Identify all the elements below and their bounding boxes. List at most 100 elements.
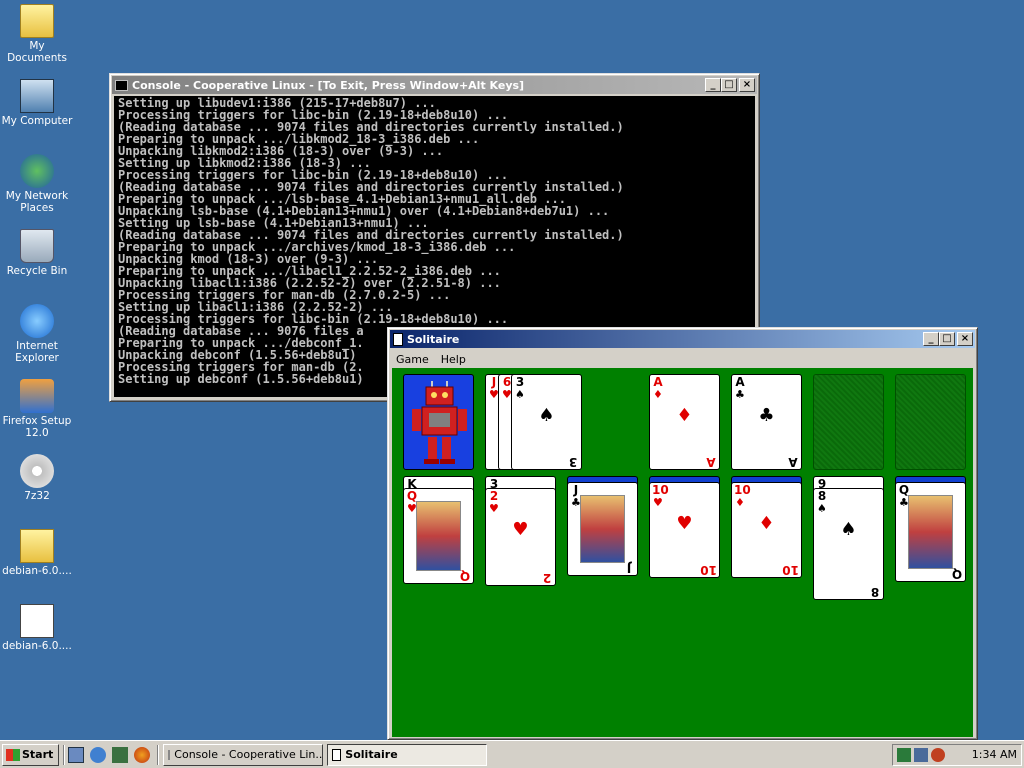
recycle-bin-icon (20, 229, 54, 263)
desktop-icon[interactable]: debian-6.0.... (0, 602, 74, 652)
face-card-portrait-icon (580, 495, 625, 563)
card-rank-bottom: 10 (782, 563, 799, 577)
minimize-button[interactable]: _ (923, 332, 939, 346)
tableau-card[interactable]: 10 ♥ ♥ 10 (649, 482, 720, 578)
waste-card[interactable]: 3 ♠ ♠ 3 (511, 374, 582, 470)
desktop-icon[interactable]: My Network Places (0, 152, 74, 214)
desktop-icon-label: My Documents (7, 40, 67, 64)
desktop-icon[interactable]: 7z32 (0, 452, 74, 502)
console-title: Console - Cooperative Linux - [To Exit, … (132, 78, 525, 92)
network-quick-icon[interactable] (112, 746, 129, 763)
card-center-suit-icon: ♠ (840, 519, 857, 540)
robot-card-back-icon (412, 381, 467, 464)
card-suit-icon: ♥ (653, 496, 663, 509)
folder-icon (20, 529, 54, 563)
card-center-suit-icon: ♦ (676, 405, 693, 426)
installer-icon (20, 379, 54, 413)
tray-network-icon[interactable] (897, 747, 911, 762)
solitaire-app-icon (393, 332, 403, 346)
solitaire-title: Solitaire (407, 332, 460, 346)
network-icon (20, 154, 54, 188)
card-rank-bottom: A (706, 455, 716, 469)
menu-game[interactable]: Game (390, 353, 435, 366)
windows-logo-icon (6, 748, 20, 761)
menu-help[interactable]: Help (435, 353, 472, 366)
firefox-icon[interactable] (134, 746, 151, 763)
desktop-icon[interactable]: Recycle Bin (0, 227, 74, 277)
tray-volume-icon[interactable] (931, 747, 945, 762)
card-rank-bottom: Q (459, 569, 471, 583)
desktop-icon-label: debian-6.0.... (2, 565, 72, 577)
card-center-suit-icon: ♥ (512, 519, 529, 540)
desktop-icon-label: My Computer (1, 115, 73, 127)
taskbar: Start Console - Cooperative Lin... Solit… (0, 740, 1024, 768)
face-card-portrait-icon (908, 495, 953, 569)
card-rank-bottom: 3 (568, 455, 578, 469)
task-console[interactable]: Console - Cooperative Lin... (163, 743, 324, 766)
desktop-icon[interactable]: My Computer (0, 77, 74, 127)
card-rank-bottom: J (626, 561, 632, 575)
tableau-card[interactable]: Q♣♣Q (895, 482, 966, 582)
card-suit-icon: ♣ (735, 388, 745, 401)
card-suit-icon: ♦ (735, 496, 745, 509)
tableau-card[interactable]: 8 ♠ ♠ 8 (813, 488, 884, 600)
tableau-card[interactable]: Q♥♥Q (403, 488, 474, 584)
card-rank: A (735, 375, 745, 389)
card-rank: 3 (515, 375, 525, 389)
card-center-suit-icon: ♣ (758, 405, 775, 426)
card-rank-bottom: Q (951, 567, 963, 581)
task-solitaire[interactable]: Solitaire (327, 743, 488, 766)
maximize-button[interactable]: □ (939, 332, 955, 346)
tray-computer-icon[interactable] (914, 747, 928, 762)
card-rank: 2 (489, 489, 499, 503)
stock-pile[interactable] (403, 374, 474, 470)
computer-icon (20, 79, 54, 113)
card-suit-icon: ♠ (515, 388, 525, 401)
minimize-button[interactable]: _ (705, 78, 721, 92)
desktop-icon-label: debian-6.0.... (2, 640, 72, 652)
tableau-card[interactable]: 2 ♥ ♥ 2 (485, 488, 556, 586)
desktop-icon[interactable]: Internet Explorer (0, 302, 74, 364)
card-center-suit-icon: ♠ (538, 405, 555, 426)
foundation-slot-empty[interactable] (895, 374, 966, 470)
tableau-card[interactable]: J♣♣J (567, 482, 638, 576)
card-rank-bottom: 2 (542, 571, 552, 585)
card-suit-icon: ♦ (653, 388, 663, 401)
desktop-icon[interactable]: Firefox Setup 12.0 (0, 377, 74, 439)
card-suit-icon: ♠ (817, 502, 827, 515)
cd-installer-icon (20, 454, 54, 488)
foundation-card[interactable]: A ♣ ♣ A (731, 374, 802, 470)
desktop-icon-label: My Network Places (5, 190, 69, 214)
card-rank: 10 (734, 483, 751, 497)
tableau-card[interactable]: 10 ♦ ♦ 10 (731, 482, 802, 578)
face-card-portrait-icon (416, 501, 461, 571)
console-titlebar[interactable]: Console - Cooperative Linux - [To Exit, … (112, 76, 757, 94)
desktop-icon-label: 7z32 (24, 490, 50, 502)
solitaire-titlebar[interactable]: Solitaire _ □ × (390, 330, 975, 348)
close-button[interactable]: × (957, 332, 973, 346)
card-rank: 10 (652, 483, 669, 497)
foundation-card[interactable]: A ♦ ♦ A (649, 374, 720, 470)
card-rank-bottom: A (788, 455, 798, 469)
desktop-icon-label: Firefox Setup 12.0 (2, 415, 72, 439)
console-app-icon (115, 79, 128, 91)
solitaire-window[interactable]: Solitaire _ □ × Game Help J ♥ 6 ♥ 3 ♠ ♠ 3 (387, 327, 978, 740)
desktop-icon[interactable]: debian-6.0.... (0, 527, 74, 577)
solitaire-task-icon (332, 748, 342, 761)
card-center-suit-icon: ♦ (758, 513, 775, 534)
maximize-button[interactable]: □ (721, 78, 737, 92)
card-rank: 8 (817, 489, 827, 503)
show-desktop-icon[interactable] (68, 746, 85, 763)
card-table[interactable]: J♥6♥3♠♠3 A♦♦AA♣♣A KQ♥♥Q32♥♥2J♣♣J10♥♥1010… (392, 368, 973, 737)
card-center-suit-icon: ♥ (676, 513, 693, 534)
clock[interactable]: 1:34 AM (972, 748, 1017, 761)
start-button[interactable]: Start (2, 743, 60, 766)
system-tray: 1:34 AM (892, 743, 1022, 766)
outlook-icon[interactable] (90, 746, 107, 763)
card-rank-bottom: 10 (700, 563, 717, 577)
close-button[interactable]: × (739, 78, 755, 92)
foundation-slot-empty[interactable] (813, 374, 884, 470)
desktop-icon[interactable]: My Documents (0, 2, 74, 64)
folder-documents-icon (20, 4, 54, 38)
ie-icon (20, 304, 54, 338)
